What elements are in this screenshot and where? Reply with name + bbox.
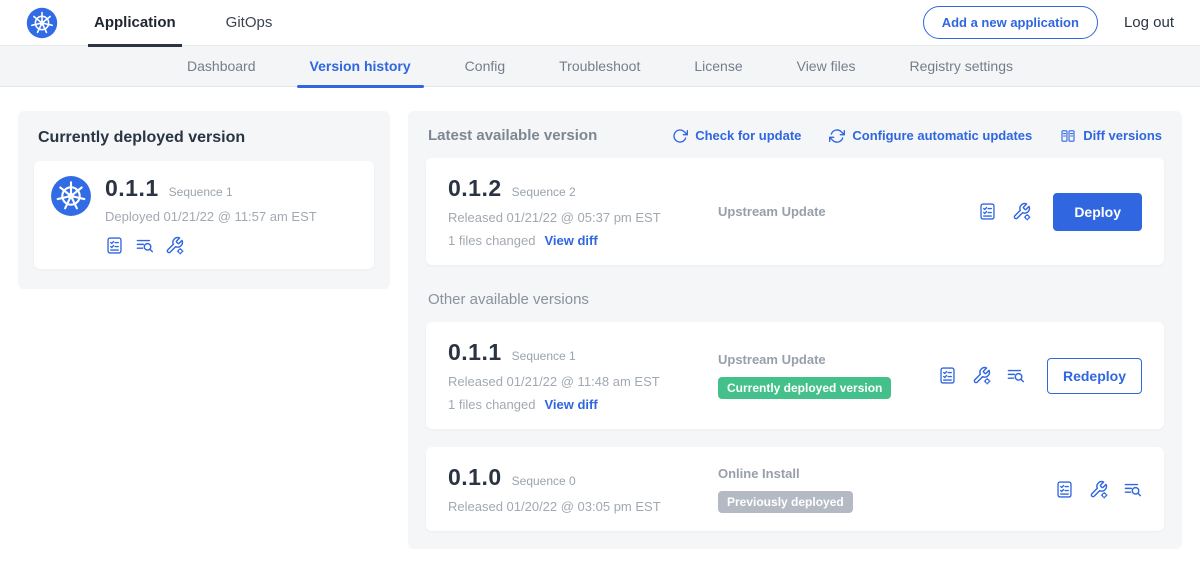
subnav-item-config[interactable]: Config [438, 46, 532, 87]
topbar-right: Add a new application Log out [923, 6, 1174, 39]
released-timestamp: Released 01/21/22 @ 05:37 pm EST [448, 210, 700, 225]
version-history-panel: Latest available version Check for updat… [408, 111, 1182, 549]
preflight-results-icon[interactable] [1123, 480, 1142, 499]
latest-available-title: Latest available version [428, 127, 597, 144]
auto-update-icon [829, 128, 845, 144]
config-icon[interactable] [1089, 480, 1108, 499]
config-icon[interactable] [165, 236, 184, 255]
subnav-item-troubleshoot[interactable]: Troubleshoot [532, 46, 667, 87]
version-actions: Check for update Configure automatic upd… [672, 128, 1162, 144]
deployed-version-number: 0.1.1 [105, 175, 159, 202]
version-number: 0.1.0 [448, 464, 502, 491]
tab-application[interactable]: Application [88, 0, 182, 46]
sequence-label: Sequence 1 [512, 349, 576, 363]
version-card: 0.1.0 Sequence 0 Released 01/20/22 @ 03:… [426, 447, 1164, 531]
redeploy-button[interactable]: Redeploy [1047, 358, 1142, 394]
version-source: Upstream Update [700, 204, 978, 219]
subnav-item-dashboard[interactable]: Dashboard [160, 46, 283, 87]
source-label: Online Install [718, 466, 1055, 481]
files-changed-label: 1 files changed [448, 397, 535, 412]
other-available-versions-title: Other available versions [428, 291, 1162, 308]
release-notes-icon[interactable] [978, 202, 997, 221]
source-label: Upstream Update [718, 204, 978, 219]
currently-deployed-panel: Currently deployed version 0.1.1 Sequenc… [18, 111, 390, 289]
deploy-button[interactable]: Deploy [1053, 193, 1142, 231]
version-number: 0.1.2 [448, 175, 502, 202]
app-icon [50, 175, 92, 217]
check-for-update-link[interactable]: Check for update [672, 128, 801, 144]
add-application-button[interactable]: Add a new application [923, 6, 1098, 39]
deployed-version-info: 0.1.1 Sequence 1 Deployed 01/21/22 @ 11:… [105, 175, 317, 255]
release-notes-icon[interactable] [1055, 480, 1074, 499]
currently-deployed-badge: Currently deployed version [718, 377, 891, 399]
check-for-update-label: Check for update [695, 128, 801, 143]
tab-gitops[interactable]: GitOps [220, 0, 279, 46]
subnav-item-registry-settings[interactable]: Registry settings [883, 46, 1040, 87]
config-icon[interactable] [972, 366, 991, 385]
diff-versions-label: Diff versions [1083, 128, 1162, 143]
released-timestamp: Released 01/20/22 @ 03:05 pm EST [448, 499, 700, 514]
deployed-actions [105, 236, 317, 255]
version-card: 0.1.1 Sequence 1 Released 01/21/22 @ 11:… [426, 322, 1164, 429]
view-diff-link[interactable]: View diff [544, 233, 597, 248]
diff-versions-link[interactable]: Diff versions [1060, 128, 1162, 144]
available-versions-header: Latest available version Check for updat… [428, 127, 1162, 144]
diff-icon [1060, 128, 1076, 144]
preflight-results-icon[interactable] [1006, 366, 1025, 385]
refresh-icon [672, 128, 688, 144]
version-card-actions: Redeploy [938, 358, 1142, 394]
files-changed-label: 1 files changed [448, 233, 535, 248]
version-card-actions: Deploy [978, 193, 1142, 231]
version-source: Online Install Previously deployed [700, 466, 1055, 513]
version-card-latest: 0.1.2 Sequence 2 Released 01/21/22 @ 05:… [426, 158, 1164, 265]
release-notes-icon[interactable] [938, 366, 957, 385]
released-timestamp: Released 01/21/22 @ 11:48 am EST [448, 374, 700, 389]
subnav-item-license[interactable]: License [667, 46, 769, 87]
version-card-actions [1055, 480, 1142, 499]
deployed-timestamp: Deployed 01/21/22 @ 11:57 am EST [105, 209, 317, 224]
version-info: 0.1.0 Sequence 0 Released 01/20/22 @ 03:… [448, 464, 700, 514]
configure-automatic-updates-label: Configure automatic updates [852, 128, 1032, 143]
app-tabs: Application GitOps [88, 0, 316, 46]
version-number: 0.1.1 [448, 339, 502, 366]
deployed-version-card: 0.1.1 Sequence 1 Deployed 01/21/22 @ 11:… [34, 161, 374, 269]
main-content: Currently deployed version 0.1.1 Sequenc… [0, 87, 1200, 573]
version-source: Upstream Update Currently deployed versi… [700, 352, 938, 399]
sequence-label: Sequence 0 [512, 474, 576, 488]
preflight-results-icon[interactable] [135, 236, 154, 255]
version-info: 0.1.1 Sequence 1 Released 01/21/22 @ 11:… [448, 339, 700, 412]
release-notes-icon[interactable] [105, 236, 124, 255]
subnav-item-version-history[interactable]: Version history [283, 46, 438, 87]
view-diff-link[interactable]: View diff [544, 397, 597, 412]
configure-automatic-updates-link[interactable]: Configure automatic updates [829, 128, 1032, 144]
subnav-item-view-files[interactable]: View files [770, 46, 883, 87]
subnav: Dashboard Version history Config Trouble… [0, 46, 1200, 87]
source-label: Upstream Update [718, 352, 938, 367]
version-info: 0.1.2 Sequence 2 Released 01/21/22 @ 05:… [448, 175, 700, 248]
deployed-sequence-label: Sequence 1 [169, 185, 233, 199]
config-icon[interactable] [1012, 202, 1031, 221]
topbar: Application GitOps Add a new application… [0, 0, 1200, 46]
kubernetes-logo-icon [26, 7, 58, 39]
deployed-panel-title: Currently deployed version [38, 129, 374, 147]
logout-button[interactable]: Log out [1124, 14, 1174, 31]
sequence-label: Sequence 2 [512, 185, 576, 199]
previously-deployed-badge: Previously deployed [718, 491, 853, 513]
